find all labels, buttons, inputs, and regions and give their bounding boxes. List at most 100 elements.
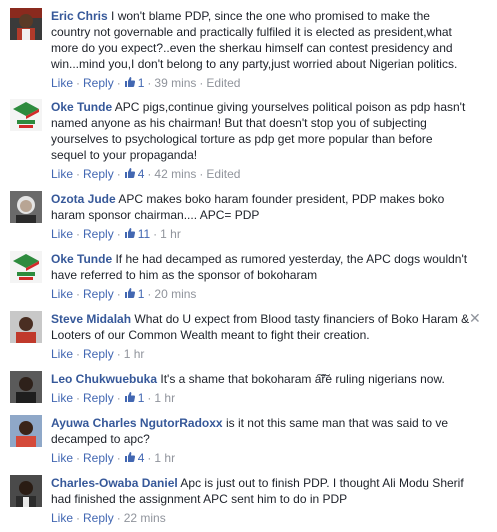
comment-actions: Like · Reply · 1 · 20 mins	[51, 286, 196, 302]
comment-text: APC pigs,continue giving yourselves poli…	[51, 100, 466, 162]
separator: ·	[76, 76, 81, 90]
comment-thread: Eric Chris I won't blame PDP, since the …	[0, 0, 497, 532]
separator: ·	[116, 76, 121, 90]
separator: ·	[147, 287, 152, 301]
comment-actions: Like · Reply · 22 mins	[51, 510, 166, 526]
like-count[interactable]: 1	[124, 287, 144, 301]
separator: ·	[153, 227, 158, 241]
separator: ·	[76, 451, 81, 465]
avatar[interactable]	[10, 475, 42, 507]
separator: ·	[116, 451, 121, 465]
comment-text: I won't blame PDP, since the one who pro…	[51, 9, 458, 71]
close-icon[interactable]: ✕	[469, 311, 483, 325]
like-link[interactable]: Like	[51, 76, 73, 90]
comment-author[interactable]: Eric Chris	[51, 9, 108, 23]
separator: ·	[147, 451, 152, 465]
reply-link[interactable]: Reply	[83, 451, 114, 465]
comment-author[interactable]: Oke Tunde	[51, 252, 112, 266]
comment-actions: Like · Reply · 1 · 39 mins · Edited	[51, 75, 240, 91]
comment-author[interactable]: Ozota Jude	[51, 192, 116, 206]
comment-item: Ayuwa Charles NgutorRadoxx is it not thi…	[0, 415, 497, 469]
like-link[interactable]: Like	[51, 511, 73, 525]
separator: ·	[76, 227, 81, 241]
comment-item: Oke Tunde APC pigs,continue giving yours…	[0, 99, 497, 185]
comment-author[interactable]: Leo Chukwuebuka	[51, 372, 157, 386]
thumbs-up-icon	[124, 452, 135, 462]
comment-body: Charles-Owaba Daniel Apc is just out to …	[51, 475, 471, 507]
separator: ·	[116, 511, 121, 525]
reply-link[interactable]: Reply	[83, 227, 114, 241]
thumbs-up-icon	[124, 288, 135, 298]
like-link[interactable]: Like	[51, 391, 73, 405]
separator: ·	[76, 347, 81, 361]
like-count[interactable]: 11	[124, 227, 150, 241]
thumbs-up-icon	[124, 228, 135, 238]
avatar[interactable]	[10, 99, 42, 131]
comment-author[interactable]: Charles-Owaba Daniel	[51, 476, 178, 490]
avatar[interactable]	[10, 415, 42, 447]
separator: ·	[199, 167, 204, 181]
reply-link[interactable]: Reply	[83, 511, 114, 525]
comment-item: Steve Midalah What do U expect from Bloo…	[0, 311, 497, 365]
thumbs-up-icon	[124, 392, 135, 402]
like-link[interactable]: Like	[51, 451, 73, 465]
timestamp[interactable]: 1 hr	[154, 451, 175, 465]
separator: ·	[76, 167, 81, 181]
comment-body: Oke Tunde APC pigs,continue giving yours…	[51, 99, 471, 163]
like-link[interactable]: Like	[51, 227, 73, 241]
like-count[interactable]: 1	[124, 391, 144, 405]
avatar[interactable]	[10, 191, 42, 223]
comment-item: Charles-Owaba Daniel Apc is just out to …	[0, 475, 497, 529]
separator: ·	[147, 391, 152, 405]
comment-actions: Like · Reply · 1 · 1 hr	[51, 390, 175, 406]
comment-body: Ayuwa Charles NgutorRadoxx is it not thi…	[51, 415, 471, 447]
comment-actions: Like · Reply · 11 · 1 hr	[51, 226, 181, 242]
separator: ·	[116, 227, 121, 241]
comment-body: Steve Midalah What do U expect from Bloo…	[51, 311, 471, 343]
avatar[interactable]	[10, 311, 42, 343]
comment-author[interactable]: Oke Tunde	[51, 100, 112, 114]
comment-item: Leo Chukwuebuka It's a shame that bokoha…	[0, 371, 497, 409]
avatar[interactable]	[10, 8, 42, 40]
like-link[interactable]: Like	[51, 287, 73, 301]
comment-text: If he had decamped as rumored yesterday,…	[51, 252, 468, 282]
thumbs-up-icon	[124, 77, 135, 87]
reply-link[interactable]: Reply	[83, 167, 114, 181]
comment-item: Ozota Jude APC makes boko haram founder …	[0, 191, 497, 245]
separator: ·	[76, 391, 81, 405]
comment-item: Oke Tunde If he had decamped as rumored …	[0, 251, 497, 305]
comment-actions: Like · Reply · 4 · 42 mins · Edited	[51, 166, 240, 182]
avatar[interactable]	[10, 251, 42, 283]
reply-link[interactable]: Reply	[83, 347, 114, 361]
reply-link[interactable]: Reply	[83, 287, 114, 301]
timestamp[interactable]: 20 mins	[154, 287, 196, 301]
comment-author[interactable]: Ayuwa Charles NgutorRadoxx	[51, 416, 223, 430]
timestamp[interactable]: 39 mins	[154, 76, 196, 90]
timestamp[interactable]: 1 hr	[124, 347, 145, 361]
comment-body: Eric Chris I won't blame PDP, since the …	[51, 8, 471, 72]
separator: ·	[76, 287, 81, 301]
like-link[interactable]: Like	[51, 167, 73, 181]
comment-actions: Like · Reply · 4 · 1 hr	[51, 450, 175, 466]
comment-author[interactable]: Steve Midalah	[51, 312, 131, 326]
separator: ·	[147, 167, 152, 181]
edited-label[interactable]: Edited	[206, 76, 240, 90]
comment-actions: Like · Reply · 1 hr	[51, 346, 144, 362]
comment-item: Eric Chris I won't blame PDP, since the …	[0, 8, 497, 94]
like-link[interactable]: Like	[51, 347, 73, 361]
like-count[interactable]: 4	[124, 451, 144, 465]
reply-link[interactable]: Reply	[83, 76, 114, 90]
timestamp[interactable]: 1 hr	[160, 227, 181, 241]
timestamp[interactable]: 42 mins	[154, 167, 196, 181]
edited-label[interactable]: Edited	[206, 167, 240, 181]
separator: ·	[116, 347, 121, 361]
timestamp[interactable]: 22 mins	[124, 511, 166, 525]
like-count-value: 11	[137, 227, 151, 241]
like-count[interactable]: 1	[124, 76, 144, 90]
timestamp[interactable]: 1 hr	[154, 391, 175, 405]
like-count[interactable]: 4	[124, 167, 144, 181]
avatar[interactable]	[10, 371, 42, 403]
reply-link[interactable]: Reply	[83, 391, 114, 405]
comment-body: Leo Chukwuebuka It's a shame that bokoha…	[51, 371, 471, 387]
thumbs-up-icon	[124, 168, 135, 178]
